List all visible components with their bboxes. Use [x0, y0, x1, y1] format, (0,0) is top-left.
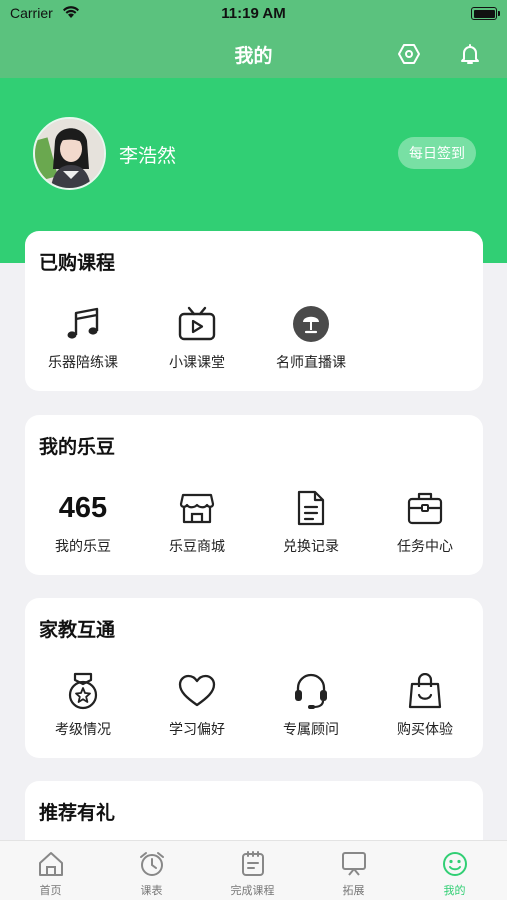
- exam-status-label: 考级情况: [55, 722, 111, 738]
- course-item-label: 小课课堂: [169, 355, 225, 371]
- shopping-bag-icon: [368, 671, 482, 711]
- page-title: 我的: [234, 45, 273, 67]
- lamp-icon: [254, 304, 368, 344]
- course-item-label: 名师直播课: [276, 355, 346, 371]
- clock: 11:19 AM: [221, 5, 286, 22]
- home-school-card: 家教互通 考级情况 学习偏好 专属顾问 购买体验: [25, 598, 483, 758]
- exchange-records[interactable]: 兑换记录: [254, 488, 368, 556]
- tab-label: 我的: [443, 884, 466, 897]
- alarm-clock-icon: [101, 849, 202, 879]
- tab-completed-courses[interactable]: 完成课程: [202, 849, 303, 898]
- home-icon: [0, 849, 101, 879]
- course-item-practice[interactable]: 乐器陪练课: [26, 304, 140, 372]
- tab-home[interactable]: 首页: [0, 849, 101, 898]
- purchase-trial[interactable]: 购买体验: [368, 671, 482, 739]
- heart-icon: [140, 671, 254, 711]
- purchase-trial-label: 购买体验: [397, 722, 453, 738]
- task-center-label: 任务中心: [397, 539, 453, 555]
- dedicated-advisor[interactable]: 专属顾问: [254, 671, 368, 739]
- tab-mine[interactable]: 我的: [404, 849, 505, 898]
- home-school-title: 家教互通: [39, 619, 116, 641]
- tv-icon: [140, 304, 254, 344]
- course-item-small-class[interactable]: 小课课堂: [140, 304, 254, 372]
- smiley-icon: [404, 849, 505, 879]
- study-preference-label: 学习偏好: [169, 722, 225, 738]
- tab-label: 课表: [140, 884, 163, 897]
- tab-label: 完成课程: [230, 884, 275, 897]
- settings-hex-icon[interactable]: [395, 40, 423, 68]
- task-center[interactable]: 任务中心: [368, 488, 482, 556]
- ledou-card: 我的乐豆 465 我的乐豆 乐豆商城 兑换记录 任务中心: [25, 415, 483, 575]
- document-icon: [254, 488, 368, 528]
- briefcase-icon: [368, 488, 482, 528]
- notepad-icon: [202, 849, 303, 879]
- course-item-live[interactable]: 名师直播课: [254, 304, 368, 372]
- ledou-store-label: 乐豆商城: [169, 539, 225, 555]
- purchased-courses-card: 已购课程 乐器陪练课 小课课堂 名师直播课: [25, 231, 483, 391]
- dedicated-advisor-label: 专属顾问: [283, 722, 339, 738]
- bell-icon[interactable]: [456, 40, 484, 68]
- study-preference[interactable]: 学习偏好: [140, 671, 254, 739]
- store-icon: [140, 488, 254, 528]
- tab-schedule[interactable]: 课表: [101, 849, 202, 898]
- status-bar: Carrier 11:19 AM: [0, 0, 507, 30]
- referral-title: 推荐有礼: [39, 802, 116, 824]
- tab-bar: 首页 课表 完成课程 拓展 我的: [0, 840, 507, 900]
- tab-label: 拓展: [342, 884, 365, 897]
- exam-status[interactable]: 考级情况: [26, 671, 140, 739]
- ledou-title: 我的乐豆: [39, 436, 116, 458]
- medal-icon: [26, 671, 140, 711]
- ledou-count-value: 465: [58, 491, 108, 524]
- ledou-count[interactable]: 465 我的乐豆: [26, 488, 140, 556]
- avatar[interactable]: [33, 117, 106, 190]
- board-icon: [303, 849, 404, 879]
- nav-bar: 我的: [0, 30, 507, 78]
- course-item-label: 乐器陪练课: [48, 355, 118, 371]
- music-note-icon: [26, 304, 140, 344]
- username: 李浩然: [119, 145, 177, 167]
- ledou-store[interactable]: 乐豆商城: [140, 488, 254, 556]
- headset-icon: [254, 671, 368, 711]
- purchased-courses-title: 已购课程: [39, 252, 116, 274]
- battery-icon: [471, 7, 500, 20]
- tab-expand[interactable]: 拓展: [303, 849, 404, 898]
- ledou-count-label: 我的乐豆: [55, 539, 111, 555]
- daily-checkin-button[interactable]: 每日签到: [398, 137, 476, 169]
- tab-label: 首页: [39, 884, 62, 897]
- exchange-records-label: 兑换记录: [283, 539, 339, 555]
